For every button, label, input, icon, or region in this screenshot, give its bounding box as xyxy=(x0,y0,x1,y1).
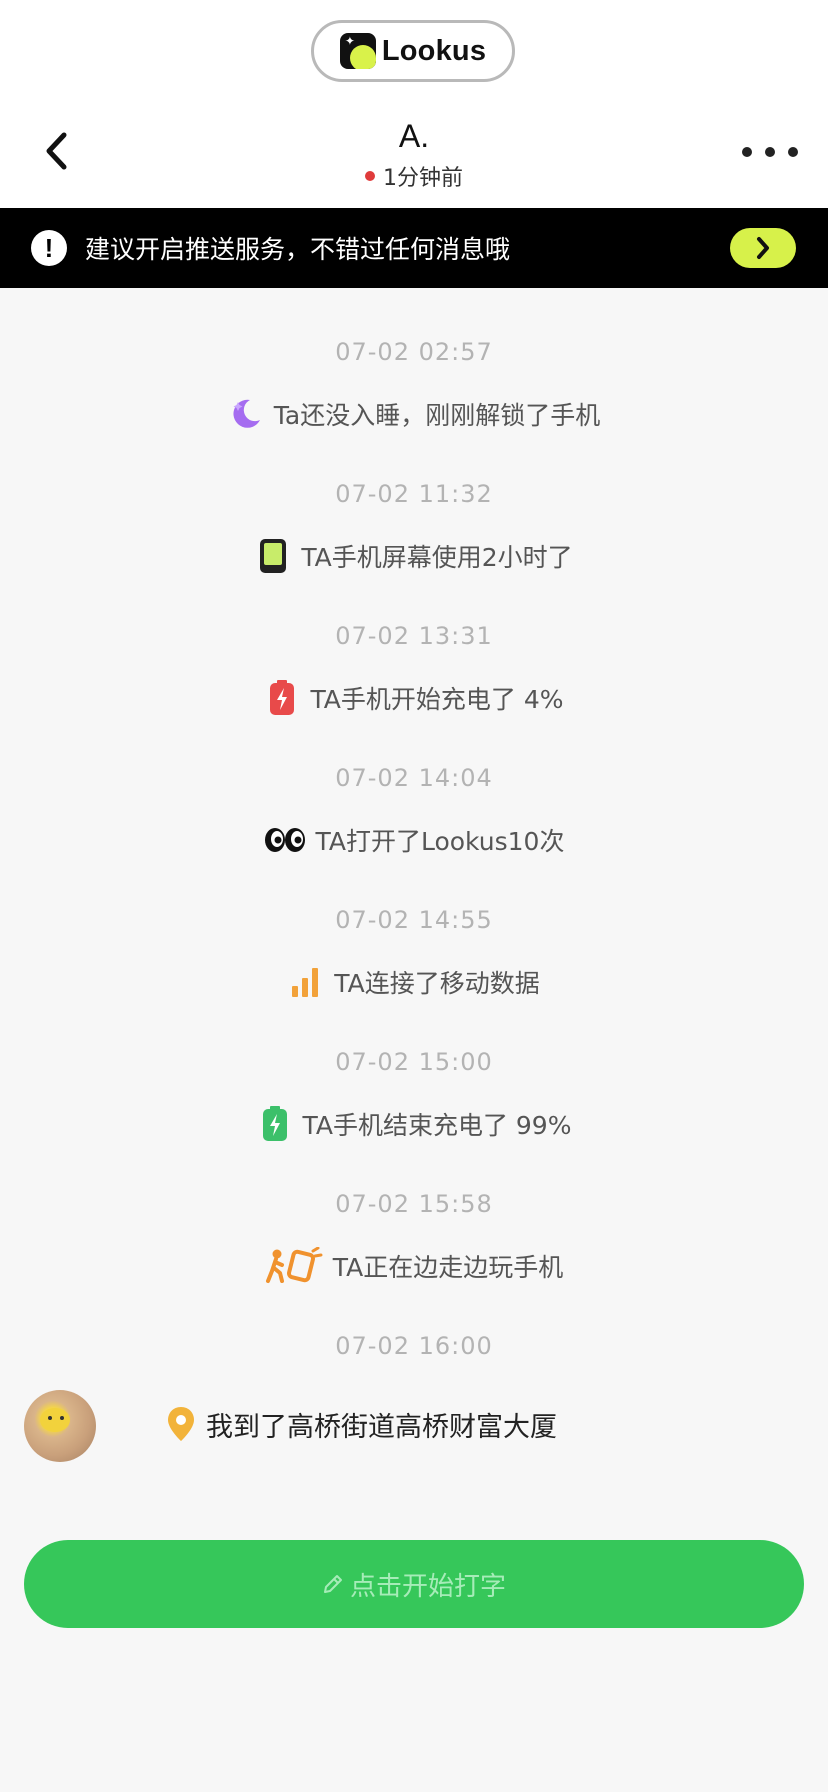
phone-screen-icon xyxy=(255,538,291,574)
location-text: 我到了高桥街道高桥财富大厦 xyxy=(206,1412,557,1443)
banner-go-button[interactable] xyxy=(730,228,796,268)
activity-item: TA手机开始充电了 4% xyxy=(0,680,828,716)
exclamation-icon: ! xyxy=(31,230,67,266)
timestamp: 07-02 15:58 xyxy=(335,1190,493,1218)
walking-phone-icon xyxy=(265,1247,323,1284)
activity-text: TA正在边走边玩手机 xyxy=(332,1253,564,1282)
dot-icon xyxy=(765,147,775,157)
activity-text: TA连接了移动数据 xyxy=(334,969,540,998)
status-dot xyxy=(365,171,375,181)
start-typing-button[interactable]: 点击开始打字 xyxy=(24,1540,804,1628)
moon-icon xyxy=(228,396,264,432)
online-status: 1分钟前 xyxy=(0,160,828,192)
activity-text: Ta还没入睡，刚刚解锁了手机 xyxy=(273,401,601,430)
last-seen-text: 1分钟前 xyxy=(383,166,463,191)
banner-text: 建议开启推送服务，不错过任何消息哦 xyxy=(85,235,511,264)
timestamp: 07-02 02:57 xyxy=(335,338,493,366)
header: ✦ Lookus A. 1分钟前 xyxy=(0,0,828,208)
pencil-icon xyxy=(323,1575,342,1593)
timestamp: 07-02 14:55 xyxy=(335,906,493,934)
chevron-right-icon xyxy=(757,237,769,259)
push-notification-banner[interactable]: ! 建议开启推送服务，不错过任何消息哦 xyxy=(0,208,828,288)
composer-label: 点击开始打字 xyxy=(349,1571,506,1602)
timestamp: 07-02 16:00 xyxy=(335,1332,493,1360)
activity-text: TA手机开始充电了 4% xyxy=(310,685,564,714)
activity-item: TA正在边走边玩手机 xyxy=(0,1247,828,1284)
location-pin-icon xyxy=(168,1407,194,1441)
timestamp: 07-02 15:00 xyxy=(335,1048,493,1076)
activity-item: TA手机结束充电了 99% xyxy=(0,1106,828,1142)
activity-item: TA打开了Lookus10次 xyxy=(0,822,828,858)
activity-item: TA手机屏幕使用2小时了 xyxy=(0,538,828,574)
dot-icon xyxy=(742,147,752,157)
contact-name: A. xyxy=(398,118,430,154)
location-message[interactable]: 我到了高桥街道高桥财富大厦 xyxy=(166,1406,586,1449)
dot-icon xyxy=(788,147,798,157)
timestamp: 07-02 13:31 xyxy=(335,622,493,650)
eyes-icon xyxy=(264,822,306,858)
more-options-button[interactable] xyxy=(742,142,798,162)
brand-name: Lookus xyxy=(381,34,487,67)
lookus-logo-icon: ✦ xyxy=(339,33,376,69)
avatar[interactable] xyxy=(24,1390,96,1462)
activity-item: Ta还没入睡，刚刚解锁了手机 xyxy=(0,396,828,432)
activity-text: TA打开了Lookus10次 xyxy=(315,827,565,856)
brand-pill: ✦ Lookus xyxy=(311,20,515,82)
activity-item: TA连接了移动数据 xyxy=(0,964,828,1000)
signal-bars-icon xyxy=(288,964,324,1000)
activity-text: TA手机结束充电了 99% xyxy=(302,1111,572,1140)
timestamp: 07-02 11:32 xyxy=(335,480,493,508)
timestamp: 07-02 14:04 xyxy=(335,764,493,792)
activity-text: TA手机屏幕使用2小时了 xyxy=(301,543,573,572)
battery-charging-red-icon xyxy=(264,680,300,716)
battery-charging-green-icon xyxy=(257,1106,293,1142)
